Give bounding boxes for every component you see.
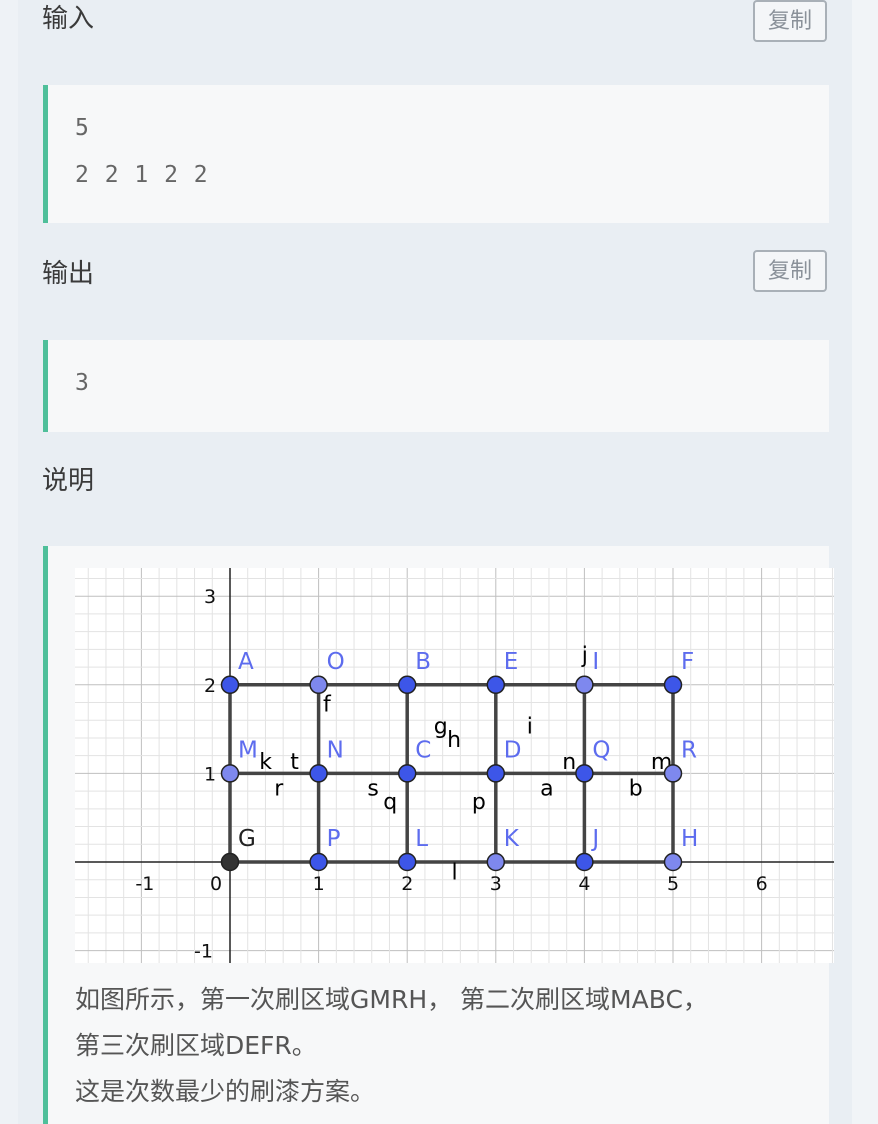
point-c xyxy=(397,764,417,783)
y-tick-label: 3 xyxy=(204,586,216,608)
point-label: P xyxy=(327,826,341,852)
point-r xyxy=(663,764,683,783)
segment-label: i xyxy=(527,715,533,740)
segment-label: b xyxy=(629,777,643,802)
segment-label: f xyxy=(323,692,332,717)
explanation-heading: 说明 xyxy=(42,466,95,496)
point-i xyxy=(575,675,594,695)
input-line-2: 2 2 1 2 2 xyxy=(75,162,209,188)
x-tick-label: 2 xyxy=(401,873,413,895)
segment-label: h xyxy=(447,728,461,753)
point-m xyxy=(220,764,240,783)
point-label: D xyxy=(504,737,522,763)
x-tick-label: 6 xyxy=(756,873,768,895)
x-tick-label: 4 xyxy=(578,873,590,895)
point-label: K xyxy=(504,826,520,852)
point-p xyxy=(309,852,328,872)
output-line-1: 3 xyxy=(75,370,90,396)
point-q xyxy=(575,764,594,783)
explanation-line-1: 如图所示，第一次刷区域GMRH， 第二次刷区域MABC， xyxy=(75,985,708,1014)
point-k xyxy=(486,852,506,872)
segment-label: l xyxy=(452,861,458,886)
point-label: L xyxy=(415,826,428,852)
y-tick-label: 2 xyxy=(204,675,216,697)
point-label: R xyxy=(681,737,697,763)
point-label: I xyxy=(592,649,599,675)
output-heading: 输出 xyxy=(42,259,95,289)
point-e xyxy=(486,675,506,695)
point-f xyxy=(663,675,683,695)
segment-label: s xyxy=(367,777,378,802)
point-n xyxy=(309,764,328,783)
y-tick-label: 1 xyxy=(204,763,216,785)
input-heading: 输入 xyxy=(42,4,95,34)
x-tick-label: 3 xyxy=(490,873,502,895)
segment-label: t xyxy=(290,750,299,775)
segment-label: g xyxy=(434,715,448,740)
segment-label: r xyxy=(274,777,284,802)
grid-figure: -1 0 1 2 3 4 5 6321-1fghijk tr sq pa bn mlA O B E I FM N C D… xyxy=(75,568,834,963)
explanation-line-3: 这是次数最少的刷漆方案。 xyxy=(75,1077,376,1106)
point-label: C xyxy=(415,737,431,763)
point-label: J xyxy=(590,826,599,852)
point-j xyxy=(575,852,594,872)
point-label: N xyxy=(327,737,344,763)
point-label: Q xyxy=(592,737,610,763)
explanation-block: -1 0 1 2 3 4 5 6 3 2 1 -1 f g h i j k t r s q p a b n m l A O B E I F M N C D… xyxy=(43,546,834,1124)
point-d xyxy=(486,764,506,783)
page-gutter xyxy=(852,0,878,1124)
point-label: H xyxy=(681,826,698,852)
sample-input-block: 5 2 2 1 2 2 xyxy=(43,85,829,223)
point-label: M xyxy=(238,737,258,763)
input-line-1: 5 xyxy=(75,115,90,141)
point-h xyxy=(663,852,683,872)
segment-label: p xyxy=(472,790,486,815)
point-label: F xyxy=(681,649,694,675)
y-tick-label: -1 xyxy=(194,941,213,963)
x-tick-label: 0 xyxy=(210,873,222,895)
segment-label: n xyxy=(562,750,576,775)
point-b xyxy=(397,675,417,695)
x-tick-label: 1 xyxy=(313,873,325,895)
sample-output-block: 3 xyxy=(43,340,829,432)
point-g xyxy=(220,852,240,872)
point-label: O xyxy=(327,649,345,675)
explanation-line-2: 第三次刷区域DEFR。 xyxy=(75,1031,317,1060)
point-a xyxy=(220,675,240,695)
segment-label: k xyxy=(259,750,272,775)
point-label: E xyxy=(504,649,519,675)
x-tick-label: -1 xyxy=(135,873,154,895)
point-l xyxy=(397,852,417,872)
point-label: A xyxy=(238,649,254,675)
point-label: B xyxy=(415,649,431,675)
figure-background xyxy=(75,568,834,963)
segment-label: q xyxy=(383,790,397,815)
copy-output-button[interactable]: 复制 xyxy=(753,250,827,292)
copy-input-button[interactable]: 复制 xyxy=(753,0,827,42)
point-o xyxy=(309,675,328,695)
x-tick-label: 5 xyxy=(667,873,679,895)
segment-label: j xyxy=(581,644,588,669)
segment-label: a xyxy=(540,777,553,802)
point-label: G xyxy=(238,826,256,852)
